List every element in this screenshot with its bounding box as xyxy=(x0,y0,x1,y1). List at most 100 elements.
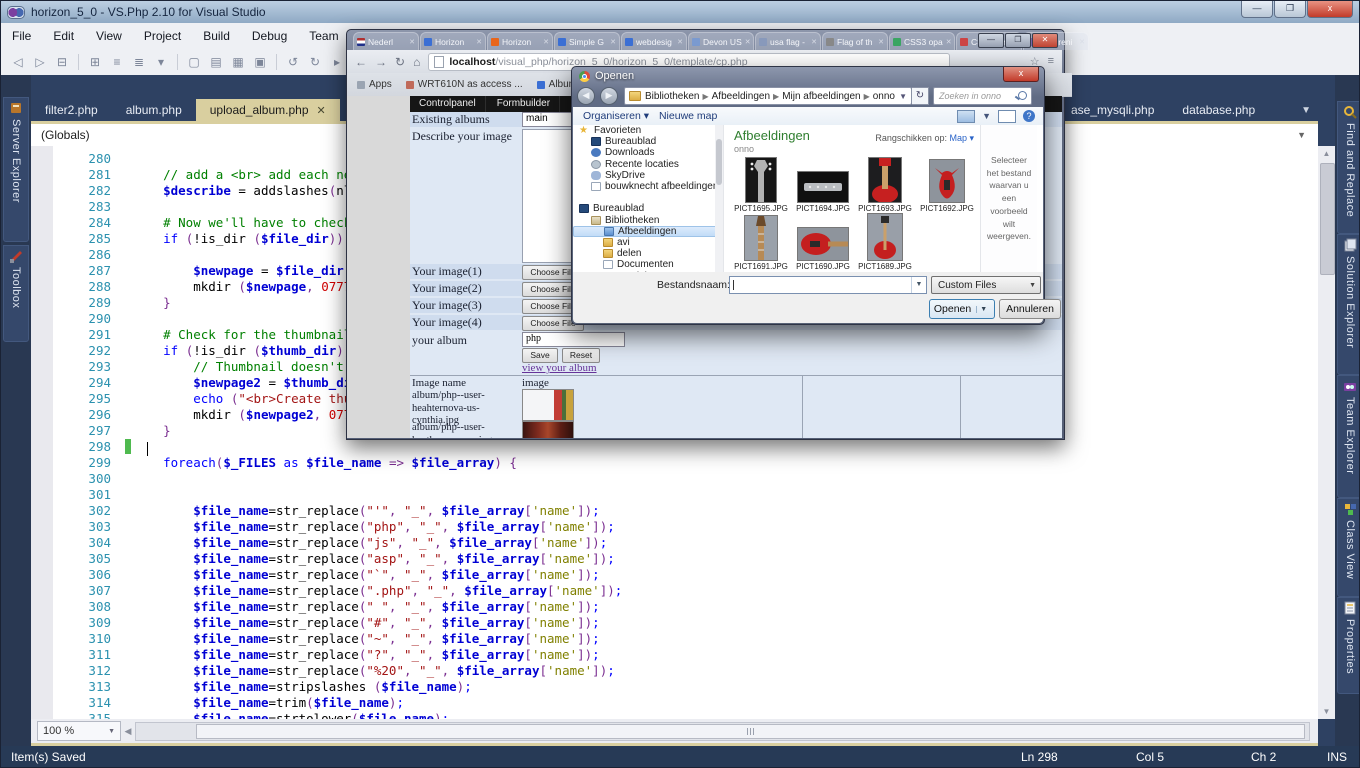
filename-dropdown-icon[interactable]: ▼ xyxy=(911,277,926,293)
tab-close-icon[interactable]: ✕ xyxy=(476,38,482,46)
code-line-306[interactable]: 306 $file_name=str_replace("`", "_", $fi… xyxy=(31,567,1318,583)
crumb-afbeeldingen[interactable]: Afbeeldingen xyxy=(712,91,770,102)
save-icon[interactable]: ▦ xyxy=(229,53,247,71)
menu-team[interactable]: Team xyxy=(298,24,349,48)
tool-tab-find-and-replace[interactable]: Find and Replace xyxy=(1337,101,1360,234)
code-line-301[interactable]: 301 xyxy=(31,487,1318,503)
file-PICT1690.JPG[interactable]: PICT1690.JPG xyxy=(792,213,854,271)
sidebar-item-favorieten[interactable]: ★Favorieten xyxy=(573,125,723,136)
refresh-icon[interactable]: ↻ xyxy=(912,87,929,105)
browser-tab-horizon[interactable]: Horizon✕ xyxy=(487,32,553,50)
tool-tab-toolbox[interactable]: Toolbox xyxy=(3,245,29,342)
breadcrumb[interactable]: Bibliotheken▶Afbeeldingen▶Mijn afbeeldin… xyxy=(624,87,912,105)
help-icon[interactable]: ? xyxy=(1023,110,1035,122)
tab-filter2.php[interactable]: filter2.php xyxy=(31,99,112,121)
file-PICT1691.JPG[interactable]: PICT1691.JPG xyxy=(730,213,792,271)
code-line-309[interactable]: 309 $file_name=str_replace("#", "_", $fi… xyxy=(31,615,1318,631)
tab-upload_album.php-active[interactable]: upload_album.php✕ xyxy=(196,99,340,121)
tool-tab-team-explorer[interactable]: Team Explorer xyxy=(1337,375,1360,498)
sidebar-item-afbeeldingen[interactable]: Afbeeldingen xyxy=(573,226,723,237)
views-icon[interactable] xyxy=(957,110,975,123)
editor-horizontal-scrollbar[interactable] xyxy=(135,722,1310,741)
dialog-close-button[interactable]: x xyxy=(1003,67,1039,82)
undo-icon[interactable]: ↺ xyxy=(284,53,302,71)
sidebar-item-avi[interactable]: avi xyxy=(573,237,723,248)
menu-file[interactable]: File xyxy=(1,24,42,48)
browser-tab-nederl[interactable]: Nederl✕ xyxy=(353,32,419,50)
menu-debug[interactable]: Debug xyxy=(241,24,298,48)
tool-tab-solution-explorer[interactable]: Solution Explorer xyxy=(1337,234,1360,375)
scroll-left-arrow-icon[interactable]: ◀ xyxy=(121,722,135,740)
album-input[interactable]: php xyxy=(522,332,625,347)
code-line-302[interactable]: 302 $file_name=str_replace("'", "_", $fi… xyxy=(31,503,1318,519)
organize-menu[interactable]: Organiseren ▾ xyxy=(583,110,649,122)
sidebar-item-documenten[interactable]: Documenten xyxy=(573,259,723,270)
tab-close-icon[interactable]: ✕ xyxy=(1079,38,1085,46)
bookmark-icon[interactable]: ▾ xyxy=(152,53,170,71)
crumb-bibliotheken[interactable]: Bibliotheken xyxy=(645,91,699,102)
sidebar-item-bibliotheken[interactable]: Bibliotheken xyxy=(573,215,723,226)
browser-tab-css3-opa[interactable]: CSS3 opa✕ xyxy=(889,32,955,50)
comment-icon[interactable]: ≡ xyxy=(108,53,126,71)
code-line-299[interactable]: 299 foreach($_FILES as $file_name => $fi… xyxy=(31,455,1318,471)
tab-close-icon[interactable]: ✕ xyxy=(878,38,884,46)
code-line-304[interactable]: 304 $file_name=str_replace("js", "_", $f… xyxy=(31,535,1318,551)
browser-tab-devon-us[interactable]: Devon US✕ xyxy=(688,32,754,50)
breadcrumb-dropdown-icon[interactable]: ▼ xyxy=(899,92,911,101)
nav-forward-icon[interactable]: ▷ xyxy=(31,53,49,71)
views-dropdown-icon[interactable]: ▼ xyxy=(982,111,991,121)
editor-vertical-scrollbar[interactable]: ▲ ▼ xyxy=(1318,146,1335,719)
sidebar-item-recente-locaties[interactable]: Recente locaties xyxy=(573,159,723,170)
browser-minimize-button[interactable]: — xyxy=(978,33,1004,48)
tab-close-icon[interactable]: ✕ xyxy=(745,38,751,46)
indent-decrease-icon[interactable]: ⊟ xyxy=(53,53,71,71)
code-line-307[interactable]: 307 $file_name=str_replace(".php", "_", … xyxy=(31,583,1318,599)
file-PICT1693.JPG[interactable]: PICT1693.JPG xyxy=(854,155,916,213)
reload-icon[interactable]: ↻ xyxy=(395,55,405,69)
bookmark-wrt610n-as-access-[interactable]: WRT610N as access ... xyxy=(406,79,523,90)
code-line-311[interactable]: 311 $file_name=str_replace("?", "_", $fi… xyxy=(31,647,1318,663)
uncomment-icon[interactable]: ≣ xyxy=(130,53,148,71)
redo-icon[interactable]: ↻ xyxy=(306,53,324,71)
forward-icon[interactable]: → xyxy=(375,55,387,69)
code-line-313[interactable]: 313 $file_name=stripslashes ($file_name)… xyxy=(31,679,1318,695)
reset-button[interactable]: Reset xyxy=(562,348,600,363)
editor-zoom-control[interactable]: 100 % ▼ xyxy=(37,721,121,741)
save-button[interactable]: Save xyxy=(522,348,558,363)
tab-album.php[interactable]: album.php xyxy=(112,99,196,121)
sidebar-item-skydrive[interactable]: SkyDrive xyxy=(573,170,723,181)
new-file-icon[interactable]: ▢ xyxy=(185,53,203,71)
back-icon[interactable]: ← xyxy=(355,55,367,69)
start-debug-icon[interactable]: ▸ xyxy=(328,53,346,71)
open-button[interactable]: Openen▼ xyxy=(929,299,995,319)
code-line-315[interactable]: 315 $file_name=strtolower($file_name); xyxy=(31,711,1318,719)
restore-button[interactable]: ❐ xyxy=(1274,1,1306,18)
crumb-onno[interactable]: onno xyxy=(873,91,895,102)
browser-tab-simple-g[interactable]: Simple G✕ xyxy=(554,32,620,50)
tab-close-icon[interactable]: ✕ xyxy=(409,38,415,46)
sidebar-item-bureaublad[interactable]: Bureaublad xyxy=(573,203,723,214)
scroll-down-arrow-icon[interactable]: ▼ xyxy=(1318,704,1335,719)
crumb-mijn-afbeeldingen[interactable]: Mijn afbeeldingen xyxy=(782,91,860,102)
minimize-button[interactable]: — xyxy=(1241,1,1273,18)
scope-dropdown-chevron-icon[interactable]: ▼ xyxy=(1297,130,1306,140)
scope-dropdown[interactable]: (Globals) xyxy=(41,128,90,142)
scroll-up-arrow-icon[interactable]: ▲ xyxy=(1318,146,1335,161)
sidebar-item-bouwknecht-afbeeldingen[interactable]: bouwknecht afbeeldingen xyxy=(573,181,723,192)
file-PICT1694.JPG[interactable]: PICT1694.JPG xyxy=(792,155,854,213)
close-button[interactable]: x xyxy=(1307,1,1353,18)
tab-close-icon[interactable]: ✕ xyxy=(317,104,326,117)
filename-input[interactable]: ▼ xyxy=(729,276,927,294)
chrome-menu-icon[interactable]: ≡ xyxy=(1048,55,1054,68)
page-nav-formbuilder[interactable]: Formbuilder xyxy=(488,96,560,112)
nav-backward-icon[interactable]: ◁ xyxy=(9,53,27,71)
browser-tab-horizon[interactable]: Horizon✕ xyxy=(420,32,486,50)
sidebar-scrollbar[interactable] xyxy=(715,125,723,272)
search-input[interactable]: Zoeken in onno xyxy=(933,87,1032,105)
dialog-back-icon[interactable]: ◀ xyxy=(577,87,595,105)
new-folder-button[interactable]: Nieuwe map xyxy=(659,110,717,122)
tool-tab-class-view[interactable]: Class View xyxy=(1337,498,1360,597)
indent-increase-icon[interactable]: ⊞ xyxy=(86,53,104,71)
tab-ase_mysqli.php[interactable]: ase_mysqli.php xyxy=(1057,99,1168,121)
code-line-308[interactable]: 308 $file_name=str_replace(" ", "_", $fi… xyxy=(31,599,1318,615)
